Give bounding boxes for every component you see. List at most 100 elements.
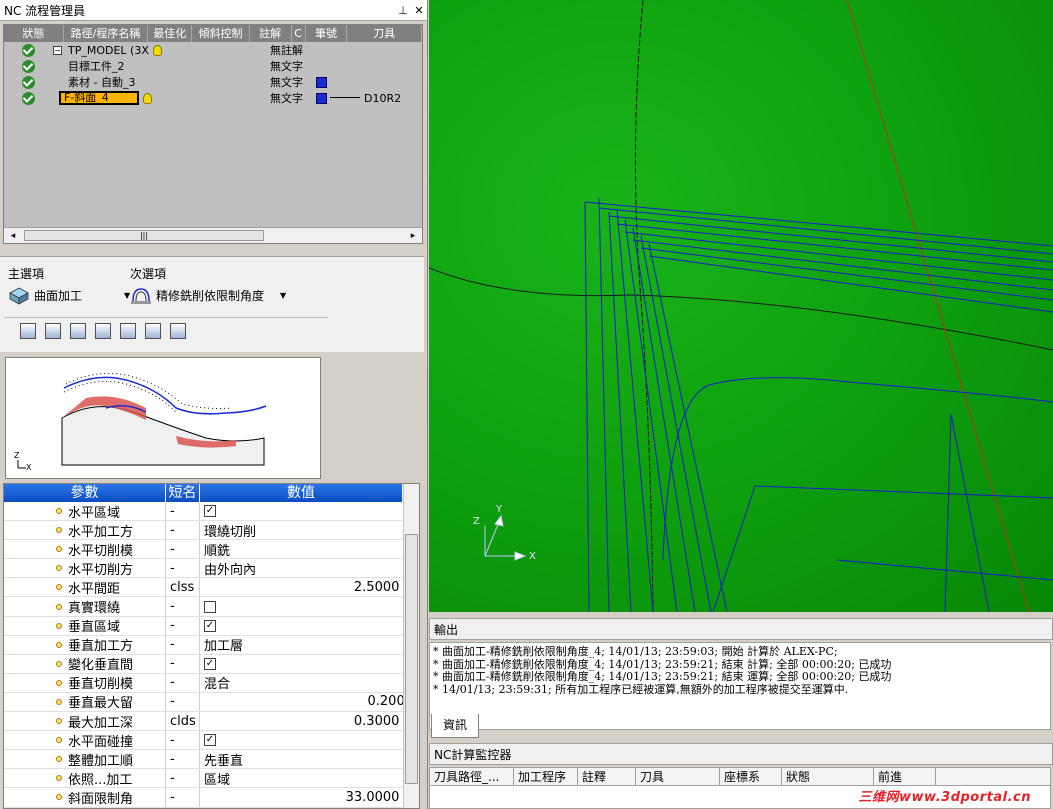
param-value-cell[interactable]: 33.0000ƒ: [200, 788, 419, 806]
param-checkbox[interactable]: ✓: [204, 657, 216, 670]
param-row[interactable]: 水平面碰撞 - ✓: [4, 731, 419, 751]
param-header[interactable]: 參數: [4, 484, 166, 502]
param-value-cell[interactable]: 混合: [200, 674, 419, 692]
col-status[interactable]: 狀態: [4, 25, 64, 42]
param-row[interactable]: 垂直加工方 - 加工層: [4, 635, 419, 655]
scroll-left-icon[interactable]: ◂: [6, 229, 20, 243]
param-checkbox[interactable]: ✓: [204, 734, 216, 747]
col-procedure[interactable]: 加工程序: [514, 768, 578, 785]
param-name-cell: 水平區域: [4, 502, 166, 521]
col-tool[interactable]: 刀具: [636, 768, 720, 785]
tree-row[interactable]: 目標工件_2 無文字: [22, 58, 422, 74]
param-value-cell[interactable]: [200, 597, 419, 615]
col-note[interactable]: 註釋: [578, 768, 636, 785]
nc-monitor-title: NC計算監控器: [429, 743, 1053, 765]
save-procedure-icon[interactable]: [95, 323, 111, 339]
scroll-thumb[interactable]: |||: [24, 230, 264, 241]
param-row[interactable]: 垂直區域 - ✓: [4, 616, 419, 636]
param-value-cell[interactable]: 由外向內: [200, 559, 419, 578]
tree-row-selected[interactable]: F-斜面_4 無文字 D10R2: [22, 90, 422, 106]
param-checkbox[interactable]: [204, 600, 216, 613]
param-value-cell[interactable]: ✓: [200, 502, 419, 520]
close-icon[interactable]: ✕: [411, 4, 427, 17]
col-tool[interactable]: 刀具: [347, 25, 422, 42]
calculate-icon[interactable]: [120, 323, 136, 339]
value-header[interactable]: 數值: [200, 484, 403, 502]
param-row[interactable]: 垂直切削模 - 混合: [4, 673, 419, 693]
new-procedure-icon[interactable]: [20, 323, 36, 339]
param-value-cell[interactable]: ✓: [200, 655, 419, 673]
param-value-cell[interactable]: 順銑: [200, 540, 419, 559]
3d-viewport[interactable]: X Y Z: [429, 0, 1053, 612]
param-value-cell[interactable]: 先垂直: [200, 750, 419, 769]
param-value-cell[interactable]: ✓: [200, 617, 419, 635]
tool-line: [330, 97, 360, 98]
log-line: * 14/01/13; 23:59:31; 所有加工程序已經被運算,無額外的加工…: [433, 682, 849, 696]
param-row[interactable]: 最大加工深 clds0.3000ƒ: [4, 712, 419, 732]
param-value-cell[interactable]: ✓: [200, 731, 419, 749]
col-tilt[interactable]: 傾斜控制: [192, 25, 250, 42]
open-procedure-icon[interactable]: [45, 323, 61, 339]
main-option-combo[interactable]: 曲面加工 ▼: [8, 285, 130, 305]
param-short: -: [166, 521, 200, 540]
param-value-cell[interactable]: 2.5000ƒ: [200, 578, 419, 596]
chevron-down-icon[interactable]: ▼: [280, 291, 286, 300]
divider: [4, 317, 328, 318]
collapse-icon[interactable]: −: [53, 45, 62, 55]
tool-icon[interactable]: [70, 323, 86, 339]
param-row[interactable]: 真實環繞 -: [4, 597, 419, 617]
tree-row[interactable]: − TP_MODEL (3X 無註解: [22, 42, 422, 58]
param-value: 由外向內: [204, 562, 257, 578]
param-name: 垂直加工方: [68, 639, 134, 654]
parameter-rows: 水平區域 - ✓ 水平加工方 - 環繞切削 水平切削模 - 順銑 水平切削方 - 由外向內 水平間距 cl…: [4, 502, 419, 808]
param-short: -: [166, 654, 200, 673]
param-value-cell[interactable]: 環繞切削: [200, 521, 419, 540]
col-pen[interactable]: 筆號: [306, 25, 348, 42]
param-row[interactable]: 水平切削模 - 順銑: [4, 540, 419, 560]
col-coord[interactable]: 座標系: [720, 768, 782, 785]
param-row[interactable]: 變化垂直間 - ✓: [4, 654, 419, 674]
tree-row-tool: D10R2: [364, 91, 402, 105]
col-toolpath[interactable]: 刀具路徑_...: [430, 768, 514, 785]
col-path-name[interactable]: 路徑/程序名稱: [64, 25, 149, 42]
param-row[interactable]: 水平切削方 - 由外向內: [4, 559, 419, 579]
tree-row[interactable]: 素材 - 自動_3 無文字: [22, 74, 422, 90]
pin-icon[interactable]: ⊥: [395, 4, 411, 17]
col-state[interactable]: 狀態: [782, 768, 874, 785]
param-value-cell[interactable]: 區域: [200, 769, 419, 788]
short-header[interactable]: 短名: [166, 484, 200, 502]
col-progress[interactable]: 前進: [874, 768, 936, 785]
scroll-thumb[interactable]: [405, 534, 418, 784]
param-row[interactable]: 垂直最大留 -0.2000: [4, 692, 419, 713]
param-row[interactable]: 依照...加工 - 區域: [4, 769, 419, 789]
param-checkbox[interactable]: ✓: [204, 505, 216, 518]
param-row[interactable]: 斜面限制角 -33.0000ƒ: [4, 788, 419, 808]
col-optimize[interactable]: 最佳化: [148, 25, 193, 42]
tree-horizontal-scrollbar[interactable]: ◂ ||| ▸: [4, 227, 422, 243]
params-vertical-scrollbar[interactable]: [403, 484, 419, 808]
tab-info[interactable]: 資訊: [431, 714, 479, 738]
param-name-cell: 斜面限制角: [4, 788, 166, 807]
param-value-cell[interactable]: 0.2000: [200, 693, 419, 711]
pin-icon: [56, 775, 62, 782]
col-c[interactable]: C: [292, 25, 306, 42]
param-row[interactable]: 水平加工方 - 環繞切削: [4, 521, 419, 541]
param-value-cell[interactable]: 0.3000ƒ: [200, 712, 419, 730]
settings-icon[interactable]: [145, 323, 161, 339]
param-name-cell: 最大加工深: [4, 712, 166, 731]
param-name: 斜面限制角: [68, 791, 134, 807]
pin-icon: [56, 718, 62, 725]
sub-option-combo[interactable]: 精修銑削依限制角度 ▼: [130, 285, 286, 305]
param-row[interactable]: 水平區域 - ✓: [4, 502, 419, 522]
simulate-icon[interactable]: [170, 323, 186, 339]
param-row[interactable]: 整體加工順 - 先垂直: [4, 750, 419, 770]
tree-row-name[interactable]: F-斜面_4: [59, 91, 139, 105]
param-short: -: [166, 559, 200, 578]
col-comment[interactable]: 註解: [250, 25, 292, 42]
operation-selectors: 主選項 次選項 曲面加工 ▼ 精修銑削依限制角度 ▼: [0, 256, 424, 352]
param-row[interactable]: 水平間距 clss2.5000ƒ: [4, 578, 419, 598]
param-checkbox[interactable]: ✓: [204, 619, 216, 632]
scroll-right-icon[interactable]: ▸: [406, 229, 420, 243]
param-value-cell[interactable]: 加工層: [200, 636, 419, 654]
param-value: 先垂直: [204, 753, 244, 769]
